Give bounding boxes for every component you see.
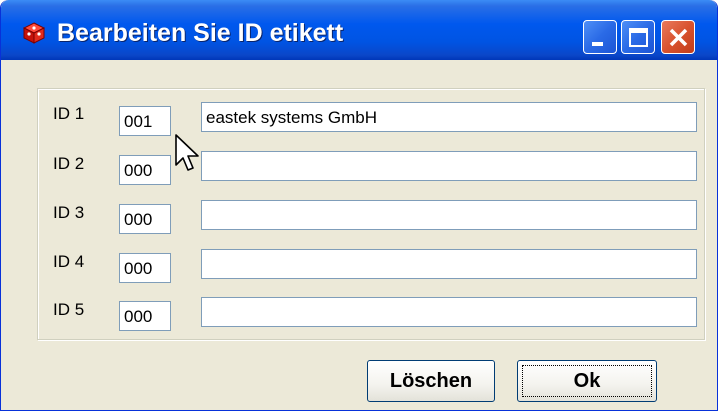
id-code-field[interactable]: 000: [119, 301, 171, 331]
dialog-client-area: ID 1 001 eastek systems GmbH ID 2 000 ID…: [5, 60, 713, 410]
row-label: ID 4: [53, 252, 85, 271]
focus-rectangle: [522, 365, 652, 397]
close-icon: [669, 28, 688, 47]
row-label: ID 3: [53, 203, 85, 222]
mouse-cursor-icon: [175, 134, 199, 171]
id-code-field[interactable]: 000: [119, 204, 171, 234]
id-name-field[interactable]: eastek systems GmbH: [201, 102, 697, 132]
app-cube-icon: [23, 22, 45, 44]
id-name-field[interactable]: [201, 249, 697, 279]
delete-button[interactable]: Löschen: [367, 360, 495, 402]
id-name-field[interactable]: [201, 297, 697, 327]
dialog-window: Bearbeiten Sie ID etikett ID 1 001 easte…: [0, 0, 718, 411]
title-bar[interactable]: Bearbeiten Sie ID etikett: [1, 0, 717, 60]
row-label: ID 5: [53, 300, 85, 319]
minimize-button[interactable]: [583, 20, 617, 54]
ok-button[interactable]: Ok: [517, 360, 657, 402]
close-button[interactable]: [661, 20, 695, 54]
id-code-field[interactable]: 000: [119, 155, 171, 185]
maximize-icon: [629, 28, 648, 47]
minimize-icon: [592, 42, 603, 46]
maximize-button[interactable]: [621, 20, 655, 54]
row-label: ID 1: [53, 104, 85, 123]
window-title: Bearbeiten Sie ID etikett: [57, 19, 344, 47]
row-label: ID 2: [53, 154, 85, 173]
id-name-field[interactable]: [201, 151, 697, 181]
id-code-field[interactable]: 001: [119, 106, 171, 136]
id-code-field[interactable]: 000: [119, 253, 171, 283]
id-name-field[interactable]: [201, 200, 697, 230]
